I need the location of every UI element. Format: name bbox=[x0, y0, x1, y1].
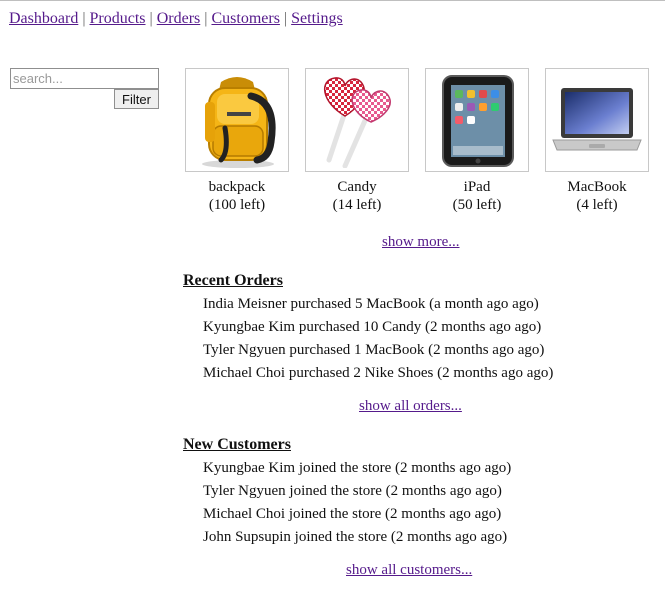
nav-separator: | bbox=[82, 10, 86, 27]
product-card-backpack[interactable]: backpack (100 left) bbox=[182, 68, 292, 214]
filter-button[interactable]: Filter bbox=[114, 89, 159, 109]
nav-link-dashboard[interactable]: Dashboard bbox=[9, 10, 78, 27]
show-all-customers-link[interactable]: show all customers... bbox=[346, 562, 472, 579]
list-item: India Meisner purchased 5 MacBook (a mon… bbox=[203, 296, 539, 312]
candy-thumbnail[interactable] bbox=[305, 68, 409, 172]
product-card-candy[interactable]: Candy (14 left) bbox=[302, 68, 412, 214]
new-customers-heading: New Customers bbox=[183, 436, 291, 453]
list-item: Michael Choi joined the store (2 months … bbox=[203, 506, 502, 522]
nav-separator: | bbox=[204, 10, 208, 27]
macbook-icon bbox=[552, 88, 642, 151]
top-nav: Dashboard | Products | Orders | Customers | Sett… bbox=[9, 10, 343, 28]
macbook-thumbnail[interactable] bbox=[545, 68, 649, 172]
list-item: Kyungbae Kim joined the store (2 months … bbox=[203, 460, 512, 476]
product-name: iPad bbox=[463, 179, 491, 195]
product-name: Candy bbox=[337, 179, 377, 195]
nav-link-products[interactable]: Products bbox=[90, 10, 146, 27]
nav-link-settings[interactable]: Settings bbox=[291, 10, 343, 27]
nav-link-customers[interactable]: Customers bbox=[211, 10, 279, 27]
ipad-icon bbox=[442, 75, 514, 167]
product-stock: (14 left) bbox=[332, 197, 382, 213]
ipad-thumbnail[interactable] bbox=[425, 68, 529, 172]
sidebar: Filter bbox=[10, 68, 159, 109]
nav-separator: | bbox=[283, 10, 288, 27]
list-item: Kyungbae Kim purchased 10 Candy (2 month… bbox=[203, 319, 542, 335]
product-grid: backpack (100 left) Candy (14 left) iPad… bbox=[184, 68, 665, 218]
recent-orders-heading: Recent Orders bbox=[183, 272, 283, 289]
product-stock: (4 left) bbox=[576, 197, 618, 213]
nav-link-orders[interactable]: Orders bbox=[157, 10, 201, 27]
search-input[interactable] bbox=[10, 68, 159, 89]
list-item: John Supsupin joined the store (2 months… bbox=[203, 529, 508, 545]
candy-icon bbox=[323, 77, 391, 168]
product-name: MacBook bbox=[567, 179, 627, 195]
product-card-macbook[interactable]: MacBook (4 left) bbox=[542, 68, 652, 214]
nav-separator: | bbox=[149, 10, 153, 27]
recent-orders-list: India Meisner purchased 5 MacBook (a mon… bbox=[203, 293, 553, 385]
new-customers-list: Kyungbae Kim joined the store (2 months … bbox=[203, 457, 511, 549]
backpack-thumbnail[interactable] bbox=[185, 68, 289, 172]
list-item: Michael Choi purchased 2 Nike Shoes (2 m… bbox=[203, 365, 554, 381]
product-stock: (100 left) bbox=[208, 197, 266, 213]
list-item: Tyler Ngyuen purchased 1 MacBook (2 mont… bbox=[203, 342, 545, 358]
product-name: backpack bbox=[208, 179, 266, 195]
list-item: Tyler Ngyuen joined the store (2 months … bbox=[203, 483, 502, 499]
product-card-ipad[interactable]: iPad (50 left) bbox=[422, 68, 532, 214]
product-stock: (50 left) bbox=[452, 197, 502, 213]
backpack-icon bbox=[202, 77, 276, 168]
show-all-orders-link[interactable]: show all orders... bbox=[359, 398, 462, 415]
show-more-link[interactable]: show more... bbox=[382, 234, 460, 251]
